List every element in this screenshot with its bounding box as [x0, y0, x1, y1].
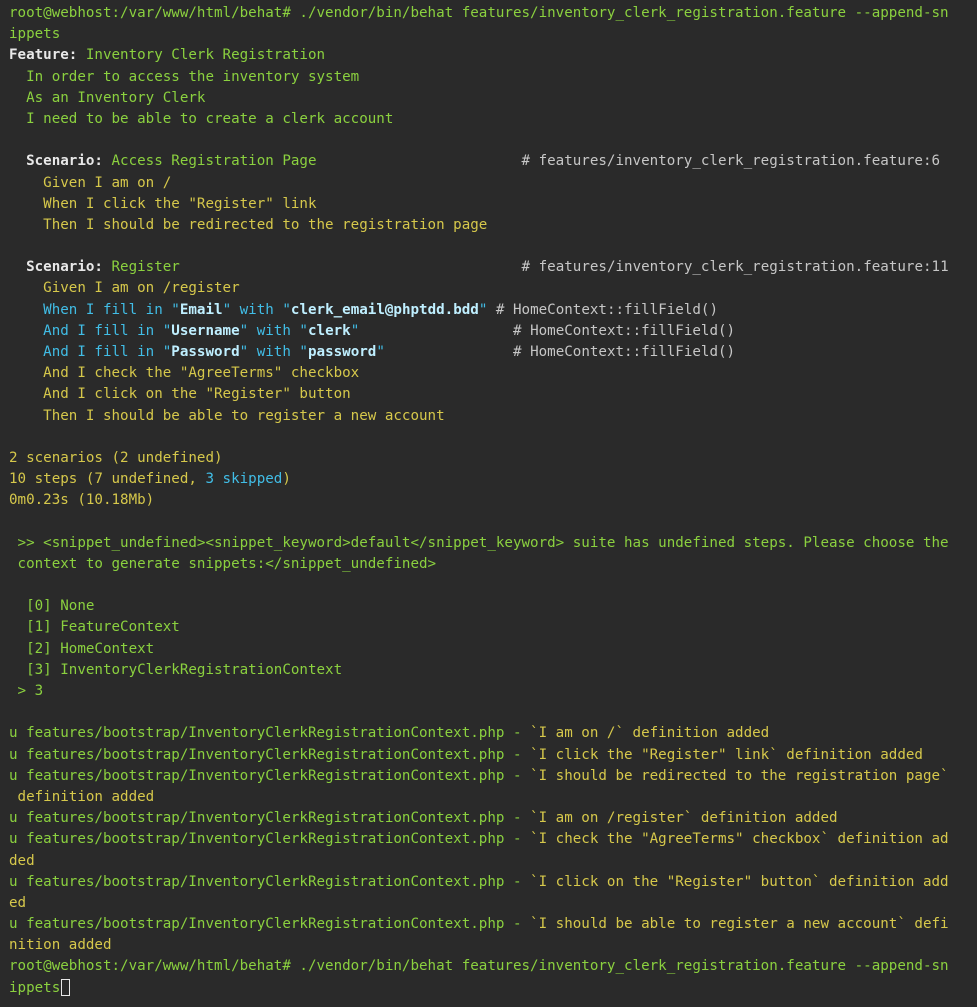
context-option[interactable]: [0] None [0, 596, 977, 617]
feature-narrative: I need to be able to create a clerk acco… [26, 110, 394, 127]
context-option[interactable]: [1] FeatureContext [0, 617, 977, 638]
context-option[interactable]: [3] InventoryClerkRegistrationContext [0, 660, 977, 681]
step-line: Given I am on / [43, 174, 172, 191]
terminal-window[interactable]: root@webhost:/var/www/html/behat# ./vend… [0, 0, 977, 1007]
scenario-title: Access Registration Page [111, 153, 317, 170]
feature-narrative: In order to access the inventory system [26, 68, 360, 85]
result-line: u features/bootstrap/InventoryClerkRegis… [9, 873, 949, 890]
feature-header: Feature: Inventory Clerk Registration [0, 45, 977, 66]
step-line-defined: And I fill in "Username" with "clerk" # … [43, 322, 736, 339]
step-line: Given I am on /register [43, 280, 240, 297]
command-line[interactable]: root@webhost:/var/www/html/behat# ./vend… [0, 956, 977, 977]
feature-title: Inventory Clerk Registration [85, 47, 326, 64]
command-line-wrap: ippets [9, 26, 61, 43]
step-line-defined: When I fill in "Email" with "clerk_email… [43, 301, 719, 318]
step-line-defined: And I fill in "Password" with "password"… [43, 344, 736, 360]
summary-scenarios: 2 scenarios (2 undefined) [9, 449, 223, 466]
summary-time: 0m0.23s (10.18Mb) [9, 492, 155, 509]
feature-keyword: Feature: [9, 47, 78, 64]
command-line: root@webhost:/var/www/html/behat# ./vend… [9, 5, 949, 21]
step-line: And I check the "AgreeTerms" checkbox [43, 365, 360, 382]
step-line: When I click the "Register" link [43, 195, 317, 212]
scenario-location: # features/inventory_clerk_registration.… [521, 153, 941, 170]
text-cursor [61, 979, 71, 997]
snippet-prompt: >> <snippet_undefined><snippet_keyword>d… [17, 534, 949, 551]
step-line: Then I should be able to register a new … [43, 407, 445, 424]
summary-steps: 10 steps (7 undefined, 3 skipped) [9, 471, 291, 488]
result-line-wrap: nition added [9, 937, 112, 954]
result-line: u features/bootstrap/InventoryClerkRegis… [9, 767, 949, 784]
result-line: u features/bootstrap/InventoryClerkRegis… [9, 810, 838, 827]
scenario-location: # features/inventory_clerk_registration.… [521, 259, 949, 276]
step-line: Then I should be redirected to the regis… [43, 216, 488, 233]
scenario-header: Scenario: Register # features/inventory_… [26, 259, 949, 276]
snippet-prompt-wrap: context to generate snippets:</snippet_u… [17, 555, 437, 572]
context-option[interactable]: [2] HomeContext [0, 639, 977, 660]
result-line: u features/bootstrap/InventoryClerkRegis… [9, 831, 949, 848]
result-line-wrap: ed [9, 894, 27, 911]
result-line: u features/bootstrap/InventoryClerkRegis… [9, 746, 923, 763]
command-line-wrap[interactable]: ippets [0, 978, 977, 999]
feature-narrative: As an Inventory Clerk [26, 89, 206, 106]
scenario-header: Scenario: Access Registration Page # fea… [26, 153, 941, 170]
step-line: And I click on the "Register" button [43, 386, 351, 403]
scenario-title: Register [111, 259, 180, 276]
user-answer: > 3 [17, 683, 44, 699]
result-line-wrap: definition added [9, 788, 155, 805]
result-line: u features/bootstrap/InventoryClerkRegis… [9, 725, 770, 742]
result-line-wrap: ded [9, 852, 35, 869]
result-line: u features/bootstrap/InventoryClerkRegis… [9, 916, 949, 933]
